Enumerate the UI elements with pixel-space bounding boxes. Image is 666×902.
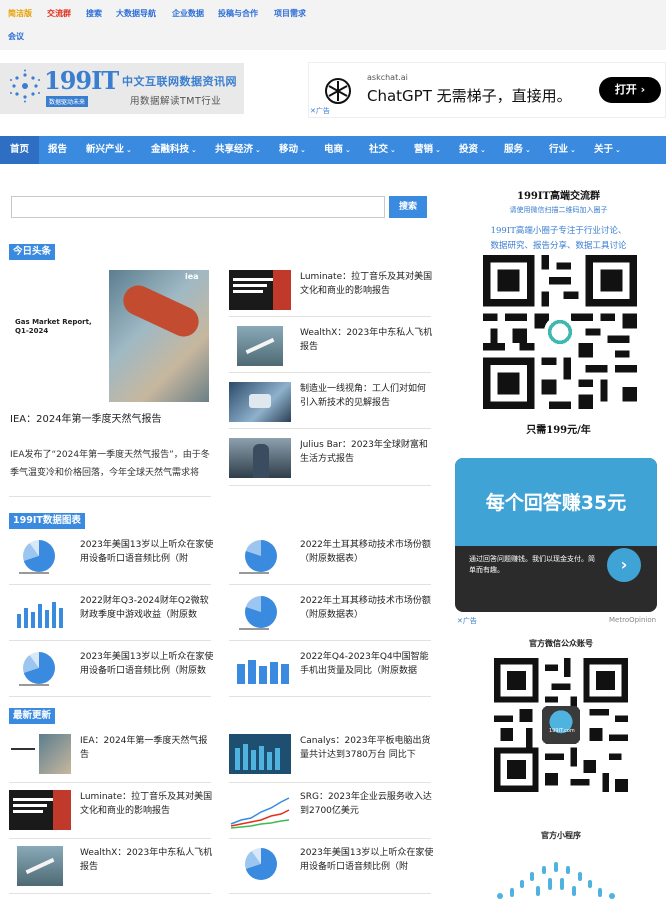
- thumb-gas-report: [9, 734, 71, 774]
- nav-investment[interactable]: 投资 ⌄: [459, 136, 486, 164]
- chevron-down-icon: ⌄: [525, 146, 531, 154]
- thumb-luminate: [9, 790, 71, 830]
- thumb-jet: [17, 846, 63, 886]
- toplink-simple[interactable]: 简洁版: [8, 8, 32, 19]
- main-nav: 首页 报告 新兴产业 ⌄ 金融科技 ⌄ 共享经济 ⌄ 移动 ⌄ 电商 ⌄ 社交 ⌄ 营销 ⌄ …: [0, 136, 666, 164]
- nav-home[interactable]: 首页: [0, 136, 40, 164]
- logo-subtitle: 用数据解读TMT行业: [130, 96, 222, 107]
- chatgpt-ad-banner[interactable]: askchat.ai ChatGPT 无需梯子，直接用。 打开 ›: [308, 62, 666, 118]
- adchoices-label[interactable]: ✕广告: [310, 106, 330, 116]
- survey-ad-headline: 每个回答赚35元: [485, 492, 627, 514]
- chevron-down-icon: ⌄: [255, 146, 261, 154]
- nav-marketing[interactable]: 营销 ⌄: [414, 136, 441, 164]
- toplink-contribute[interactable]: 投稿与合作: [218, 8, 258, 19]
- chevron-down-icon: ⌄: [435, 146, 441, 154]
- nav-industry[interactable]: 行业 ⌄: [549, 136, 576, 164]
- nav-reports[interactable]: 报告: [48, 136, 67, 164]
- chevron-down-icon: ⌄: [345, 146, 351, 154]
- wechat-title: 官方微信公众账号: [529, 639, 593, 648]
- thumb-pie-chart: [235, 538, 291, 578]
- toplink-meetings[interactable]: 会议: [8, 31, 24, 42]
- thumb-pie-chart: [235, 594, 291, 634]
- thumb-line-chart: [229, 790, 291, 830]
- qr-panel-title: 199IT高端交流群: [517, 191, 600, 202]
- line-chart-icon: [230, 797, 290, 829]
- logo-title: 中文互联网数据资讯网: [122, 75, 237, 88]
- nav-fintech[interactable]: 金融科技 ⌄: [151, 136, 197, 164]
- chevron-down-icon: ⌄: [300, 146, 306, 154]
- miniprogram-code-icon: [497, 862, 615, 899]
- section-label-datacharts[interactable]: 199IT数据图表: [9, 513, 85, 529]
- thumb-bar-chart: [235, 650, 291, 690]
- headline-image[interactable]: Gas Market Report, Q1-2024 iea: [9, 270, 209, 402]
- community-qr-panel[interactable]: 199IT高端交流群 请使用微信扫描二维码加入圈子 199IT高端小圈子专注于行…: [456, 181, 661, 441]
- thumb-tablet-chart: [229, 734, 291, 774]
- thumb-bar-chart: [15, 594, 71, 634]
- nav-social[interactable]: 社交 ⌄: [369, 136, 396, 164]
- survey-ad-body: 通过回答问题赚钱。我们以现金支付。简单而有趣。: [469, 555, 595, 574]
- thumb-jet: [237, 326, 283, 366]
- thumb-luminate: [229, 270, 291, 310]
- search-input[interactable]: [11, 196, 385, 218]
- chevron-down-icon: ⌄: [191, 146, 197, 154]
- chevron-down-icon: ⌄: [570, 146, 576, 154]
- arrow-right-icon[interactable]: ›: [607, 548, 641, 582]
- chevron-down-icon: ⌄: [480, 146, 486, 154]
- toplink-projects[interactable]: 项目需求: [274, 8, 306, 19]
- thumb-people: [229, 438, 291, 478]
- chevron-down-icon: ⌄: [615, 146, 621, 154]
- search-button[interactable]: 搜索: [389, 196, 427, 218]
- thumb-pie-chart: [15, 650, 71, 690]
- nav-ecommerce[interactable]: 电商 ⌄: [324, 136, 351, 164]
- toplink-enterprise-data[interactable]: 企业数据: [172, 8, 204, 19]
- qr-panel-desc: 数据研究、报告分享、数据工具讨论: [490, 241, 627, 251]
- survey-ad[interactable]: 每个回答赚35元 通过回答问题赚钱。我们以现金支付。简单而有趣。 ›: [455, 458, 657, 612]
- nav-emerging[interactable]: 新兴产业 ⌄: [86, 136, 132, 164]
- toplink-search[interactable]: 搜索: [86, 8, 102, 19]
- site-header: 199IT 数据驱动未来 中文互联网数据资讯网 用数据解读TMT行业 askch…: [0, 50, 666, 136]
- headline-image-caption: Gas Market Report, Q1-2024: [15, 318, 92, 335]
- top-links-bar: 简洁版 交流群 搜索 大数据导航 企业数据 投稿与合作 项目需求 会议: [0, 0, 666, 50]
- headline-title[interactable]: IEA：2024年第一季度天然气报告: [10, 410, 162, 425]
- ad-site: askchat.ai: [367, 73, 408, 82]
- logo-number: 199IT: [44, 66, 119, 95]
- toplink-bigdata-nav[interactable]: 大数据导航: [116, 8, 156, 19]
- survey-ad-brand[interactable]: MetroOpinion: [609, 616, 656, 624]
- toplink-group[interactable]: 交流群: [47, 8, 71, 19]
- nav-services[interactable]: 服务 ⌄: [504, 136, 531, 164]
- ad-text: ChatGPT 无需梯子，直接用。: [367, 87, 572, 105]
- openai-logo-icon: [325, 78, 351, 104]
- site-logo[interactable]: 199IT 数据驱动未来 中文互联网数据资讯网 用数据解读TMT行业: [0, 63, 244, 114]
- chevron-down-icon: ⌄: [126, 146, 132, 154]
- wechat-qr-center-label: 199IT.com: [549, 728, 575, 734]
- nav-mobile[interactable]: 移动 ⌄: [279, 136, 306, 164]
- headline-desc: IEA发布了“2024年第一季度天然气报告”，由于冬季气温变冷和价格回落，今年全…: [10, 450, 210, 478]
- iea-logo: iea: [185, 272, 199, 281]
- qr-panel-price: 只需199元/年: [526, 425, 591, 436]
- thumb-vr: [229, 382, 291, 422]
- nav-sharing[interactable]: 共享经济 ⌄: [215, 136, 261, 164]
- wechat-qr-code-icon: [494, 658, 628, 792]
- community-qr-code-icon: [483, 255, 637, 409]
- nav-about[interactable]: 关于 ⌄: [594, 136, 621, 164]
- thumb-pie-chart: [235, 846, 291, 886]
- ad-open-button[interactable]: 打开 ›: [599, 77, 661, 103]
- adchoices-label[interactable]: ✕广告: [457, 616, 477, 626]
- chevron-down-icon: ⌄: [390, 146, 396, 154]
- section-label-headlines[interactable]: 今日头条: [9, 244, 56, 260]
- thumb-pie-chart: [15, 538, 71, 578]
- qr-panel-desc: 199IT高端小圈子专注于行业讨论、: [490, 226, 627, 236]
- logo-slogan: 数据驱动未来: [46, 96, 89, 107]
- miniprogram-title: 官方小程序: [541, 831, 581, 840]
- logo-burst-icon: [10, 69, 40, 103]
- section-label-latest[interactable]: 最新更新: [9, 708, 56, 724]
- qr-panel-note: 请使用微信扫描二维码加入圈子: [509, 206, 608, 214]
